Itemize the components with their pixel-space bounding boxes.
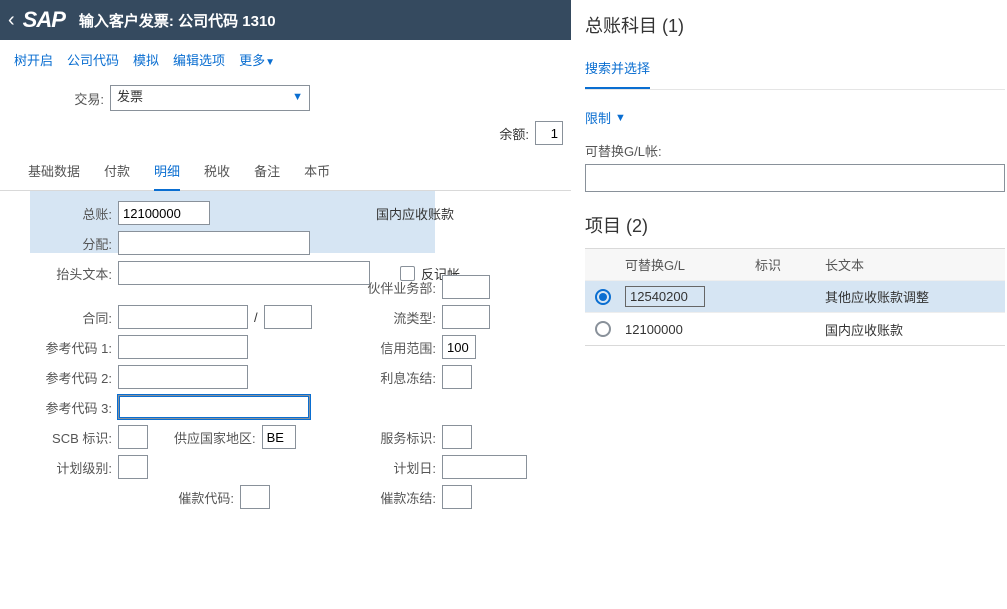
col-long-text: 长文本: [821, 255, 1005, 274]
row-text: 国内应收账款: [821, 320, 1005, 339]
transaction-value: 发票: [117, 89, 143, 104]
flow-type-input[interactable]: [442, 305, 490, 329]
flow-type-label: 流类型:: [326, 308, 436, 327]
ref3-label: 参考代码 3:: [14, 398, 112, 417]
gl-account-label: 总账:: [14, 204, 112, 223]
ref1-label: 参考代码 1:: [14, 338, 112, 357]
interest-freeze-label: 利息冻结:: [326, 368, 436, 387]
chevron-down-icon: ▼: [292, 91, 303, 103]
credit-area-input[interactable]: [442, 335, 476, 359]
edit-options-link[interactable]: 编辑选项: [173, 50, 225, 69]
dunning-freeze-input[interactable]: [442, 485, 472, 509]
company-code-link[interactable]: 公司代码: [67, 50, 119, 69]
row-gl: 12540200: [625, 286, 705, 307]
radio-icon[interactable]: [595, 289, 611, 305]
alt-gl-label: 可替换G/L帐:: [585, 141, 1005, 160]
service-ind-input[interactable]: [442, 425, 472, 449]
credit-area-label: 信用范围:: [326, 338, 436, 357]
plan-date-label: 计划日:: [326, 458, 436, 477]
plan-level-label: 计划级别:: [14, 458, 112, 477]
items-table: 可替换G/L 标识 长文本 12540200 其他应收账款调整 12100000…: [585, 248, 1005, 346]
simulate-link[interactable]: 模拟: [133, 50, 159, 69]
supply-country-input[interactable]: [262, 425, 296, 449]
contract-input-2[interactable]: [264, 305, 312, 329]
transaction-select[interactable]: 发票 ▼: [110, 85, 310, 111]
chevron-down-icon: ▼: [615, 112, 626, 124]
dunning-code-label: 催款代码:: [14, 488, 234, 507]
partner-ba-input[interactable]: [442, 275, 490, 299]
col-indicator: 标识: [751, 255, 821, 274]
tab-basic-data[interactable]: 基础数据: [28, 153, 80, 190]
more-label: 更多: [239, 53, 265, 68]
side-panel: 总账科目 (1) 搜索并选择 限制 ▼ 可替换G/L帐: 项目 (2) 可替换G…: [571, 0, 1007, 609]
alt-gl-input[interactable]: [585, 164, 1005, 192]
row-text: 其他应收账款调整: [821, 287, 1005, 306]
tab-tax[interactable]: 税收: [204, 153, 230, 190]
ref1-input[interactable]: [118, 335, 248, 359]
interest-freeze-input[interactable]: [442, 365, 472, 389]
contract-label: 合同:: [14, 308, 112, 327]
tabstrip: 基础数据 付款 明细 税收 备注 本币: [0, 153, 571, 191]
side-tab-search-select[interactable]: 搜索并选择: [585, 52, 650, 89]
restrict-label: 限制: [585, 108, 611, 127]
restrict-toggle[interactable]: 限制 ▼: [585, 108, 626, 127]
dunning-freeze-label: 催款冻结:: [326, 488, 436, 507]
tab-local-currency[interactable]: 本币: [304, 153, 330, 190]
items-title: 项目 (2): [585, 212, 1005, 238]
chevron-down-icon: ▼: [265, 57, 275, 68]
assignment-input[interactable]: [118, 231, 310, 255]
back-chevron-icon[interactable]: ‹: [8, 9, 15, 32]
more-link[interactable]: 更多▼: [239, 50, 275, 69]
plan-level-input[interactable]: [118, 455, 148, 479]
radio-icon[interactable]: [595, 321, 611, 337]
balance-field[interactable]: [535, 121, 563, 145]
items-row[interactable]: 12100000 国内应收账款: [585, 313, 1005, 345]
scb-input[interactable]: [118, 425, 148, 449]
scb-label: SCB 标识:: [14, 428, 112, 447]
tab-detail[interactable]: 明细: [154, 153, 180, 190]
tree-open-link[interactable]: 树开启: [14, 50, 53, 69]
plan-date-input[interactable]: [442, 455, 527, 479]
gl-account-text: 国内应收账款: [376, 204, 454, 223]
contract-input-1[interactable]: [118, 305, 248, 329]
service-ind-label: 服务标识:: [326, 428, 436, 447]
header-text-label: 抬头文本:: [14, 264, 112, 283]
tab-payment[interactable]: 付款: [104, 153, 130, 190]
action-toolbar: 树开启 公司代码 模拟 编辑选项 更多▼: [0, 40, 571, 79]
gl-account-input[interactable]: [118, 201, 210, 225]
row-gl: 12100000: [621, 322, 751, 337]
slash-label: /: [254, 310, 258, 325]
partner-ba-label: 伙伴业务部:: [326, 278, 436, 297]
dunning-code-input[interactable]: [240, 485, 270, 509]
assignment-label: 分配:: [14, 234, 112, 253]
col-alt-gl: 可替换G/L: [621, 255, 751, 274]
supply-country-label: 供应国家地区:: [174, 428, 256, 447]
ref2-label: 参考代码 2:: [14, 368, 112, 387]
items-row[interactable]: 12540200 其他应收账款调整: [585, 281, 1005, 313]
ref3-input[interactable]: [118, 395, 310, 419]
transaction-label: 交易:: [14, 89, 104, 108]
sap-logo: SAP: [23, 7, 65, 33]
balance-label: 余额:: [499, 124, 529, 143]
tab-note[interactable]: 备注: [254, 153, 280, 190]
ref2-input[interactable]: [118, 365, 248, 389]
side-panel-title: 总账科目 (1): [585, 12, 1005, 38]
page-title: 输入客户发票: 公司代码 1310: [79, 10, 276, 31]
items-header: 可替换G/L 标识 长文本: [585, 249, 1005, 281]
